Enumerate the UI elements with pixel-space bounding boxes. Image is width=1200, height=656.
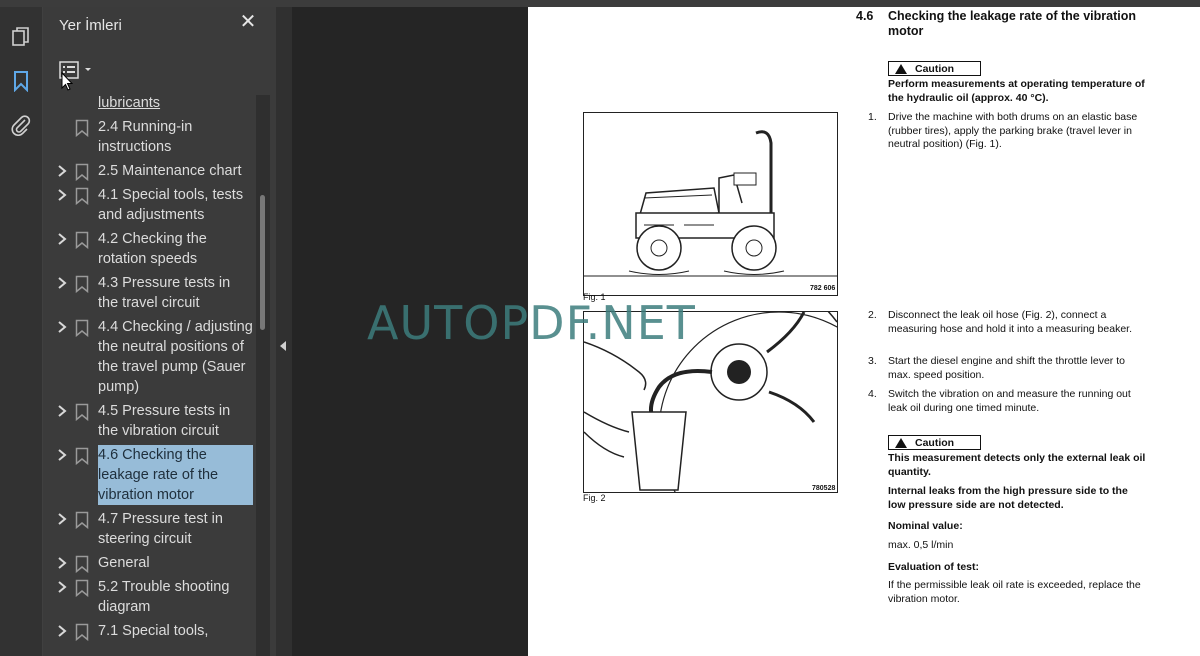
bookmark-icon — [75, 119, 89, 137]
bookmark-tree: lubricants 2.4 Running-in instructions 2.5… — [43, 93, 255, 656]
mouse-cursor-icon — [61, 72, 73, 91]
bookmark-item[interactable]: 4.4 Checking / adjusting the neutral pos… — [43, 317, 255, 397]
bookmark-item[interactable]: 7.1 Special tools, — [43, 621, 255, 641]
bookmark-icon — [75, 511, 89, 529]
bookmark-icon — [75, 403, 89, 421]
caution-label: Caution — [915, 436, 955, 449]
step-number: 3. — [868, 355, 877, 367]
bookmark-icon[interactable] — [9, 69, 33, 93]
bookmark-icon — [75, 275, 89, 293]
nominal-value: max. 0,5 l/min — [888, 539, 954, 551]
bookmark-label: 4.5 Pressure tests in the vibration circ… — [98, 403, 231, 439]
bookmarks-panel: Yer İmleri ✕ lubricants 2.4 Running-in in… — [43, 7, 276, 656]
warning-icon — [895, 63, 907, 74]
bookmark-label: 4.3 Pressure tests in the travel circuit — [98, 275, 231, 311]
bookmark-label: 4.1 Special tools, tests and adjustments — [98, 187, 244, 223]
bookmark-item[interactable]: 4.6 Checking the leakage rate of the vib… — [43, 445, 255, 505]
bookmark-item[interactable]: 4.1 Special tools, tests and adjustments — [43, 185, 255, 225]
chevron-right-icon[interactable] — [56, 188, 68, 202]
chevron-right-icon[interactable] — [56, 232, 68, 246]
step-number: 1. — [868, 111, 877, 123]
caution-box-2: Caution — [888, 435, 982, 450]
collapse-arrow-icon — [280, 341, 286, 351]
chevron-down-icon — [85, 68, 91, 71]
step-4-text: Switch the vibration on and measure the … — [888, 388, 1131, 414]
bookmark-label: 4.6 Checking the leakage rate of the vib… — [98, 445, 253, 505]
bookmark-icon — [75, 623, 89, 641]
bookmark-label: 4.4 Checking / adjusting the neutral pos… — [98, 319, 253, 395]
bookmark-item[interactable]: 2.4 Running-in instructions — [43, 117, 255, 157]
chevron-right-icon[interactable] — [56, 164, 68, 178]
watermark-text: AUTOPDF.NET — [367, 296, 696, 350]
chevron-right-icon[interactable] — [56, 556, 68, 570]
paperclip-icon[interactable] — [9, 113, 33, 137]
figure-2-caption: Fig. 2 — [583, 493, 606, 503]
chevron-right-icon[interactable] — [56, 512, 68, 526]
bookmark-label: 2.4 Running-in instructions — [98, 119, 193, 155]
bookmark-scrollbar[interactable] — [256, 95, 270, 656]
bookmark-item[interactable]: lubricants — [43, 93, 255, 113]
nominal-label: Nominal value: — [888, 520, 963, 532]
bookmark-label: General — [98, 555, 150, 571]
caution-box-1: Caution — [888, 61, 982, 76]
section-title: Checking the leakage rate of the vibrati… — [888, 9, 1136, 38]
chevron-right-icon[interactable] — [56, 448, 68, 462]
bookmark-item[interactable]: 4.7 Pressure test in steering circuit — [43, 509, 255, 549]
bookmark-icon — [75, 555, 89, 573]
bookmark-icon — [75, 187, 89, 205]
bookmark-item[interactable]: 5.2 Trouble shooting diagram — [43, 577, 255, 617]
bookmark-label: 7.1 Special tools, — [98, 623, 209, 639]
panel-title: Yer İmleri — [59, 17, 122, 34]
figure-1-roller — [583, 112, 838, 296]
step-1-text: Drive the machine with both drums on an … — [888, 111, 1138, 150]
chevron-right-icon[interactable] — [56, 276, 68, 290]
bookmark-item[interactable]: 2.5 Maintenance chart — [43, 161, 255, 181]
bookmark-item[interactable]: 4.2 Checking the rotation speeds — [43, 229, 255, 269]
bookmark-icon — [75, 163, 89, 181]
bookmark-icon — [75, 231, 89, 249]
bookmark-label: lubricants — [98, 95, 161, 111]
chevron-right-icon[interactable] — [56, 624, 68, 638]
chevron-right-icon[interactable] — [56, 320, 68, 334]
evaluation-label: Evaluation of test: — [888, 561, 980, 573]
step-2-text: Disconnect the leak oil hose (Fig. 2), c… — [888, 309, 1132, 335]
bookmark-label: 5.2 Trouble shooting diagram — [98, 579, 230, 615]
bookmark-icon — [75, 447, 89, 465]
evaluation-text: If the permissible leak oil rate is exce… — [888, 579, 1141, 605]
bookmark-icon — [75, 319, 89, 337]
chevron-right-icon[interactable] — [56, 580, 68, 594]
section-number: 4.6 — [856, 9, 874, 23]
scrollbar-thumb[interactable] — [260, 195, 265, 330]
bookmark-label: 4.2 Checking the rotation speeds — [98, 231, 207, 267]
close-icon[interactable]: ✕ — [239, 12, 257, 32]
caution-text-1: Perform measurements at operating temper… — [888, 78, 1145, 104]
warning-icon — [895, 437, 907, 448]
side-icon-bar — [0, 7, 43, 656]
bookmark-item[interactable]: 4.5 Pressure tests in the vibration circ… — [43, 401, 255, 441]
window-top-bar — [0, 0, 1200, 7]
bookmark-label: 2.5 Maintenance chart — [98, 163, 242, 179]
caution-label: Caution — [915, 62, 955, 75]
chevron-right-icon[interactable] — [56, 404, 68, 418]
caution-text-2b: Internal leaks from the high pressure si… — [888, 485, 1128, 511]
figure-2-code: 780528 — [812, 485, 836, 492]
bookmark-label: 4.7 Pressure test in steering circuit — [98, 511, 223, 547]
step-number: 4. — [868, 388, 877, 400]
step-3-text: Start the diesel engine and shift the th… — [888, 355, 1125, 381]
panel-collapse-handle[interactable] — [276, 7, 292, 656]
caution-text-2a: This measurement detects only the extern… — [888, 452, 1146, 478]
figure-1-code: 782 606 — [810, 285, 836, 292]
step-number: 2. — [868, 309, 877, 321]
bookmark-item[interactable]: General — [43, 553, 255, 573]
bookmark-item[interactable]: 4.3 Pressure tests in the travel circuit — [43, 273, 255, 313]
pages-icon[interactable] — [9, 25, 33, 49]
bookmark-icon — [75, 579, 89, 597]
